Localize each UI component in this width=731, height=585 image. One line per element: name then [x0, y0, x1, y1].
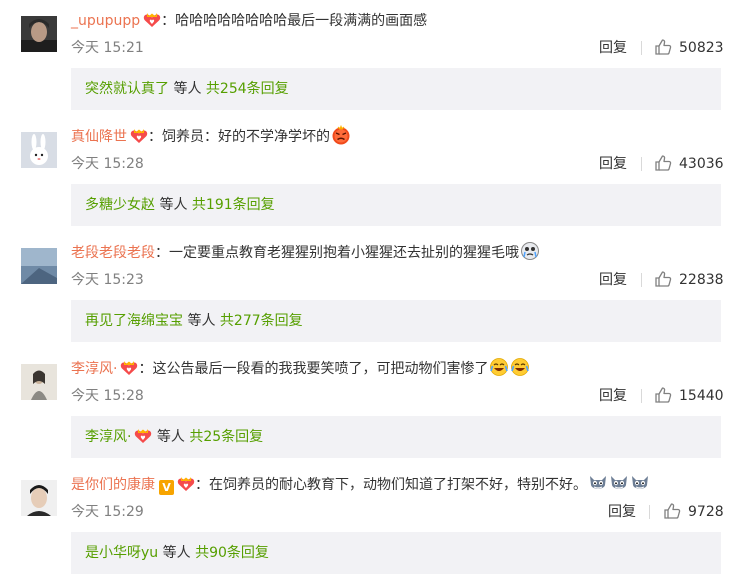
- avatar[interactable]: [21, 248, 57, 284]
- avatar[interactable]: [21, 16, 57, 52]
- like-count: 22838: [679, 272, 724, 288]
- comment-text: 饲养员：好的不学净学坏的: [162, 129, 330, 145]
- like-count: 9728: [688, 504, 724, 520]
- sub-reply-box[interactable]: 突然就认真了 等人 共254条回复: [71, 68, 721, 110]
- laughing-tears-icon: [510, 357, 530, 377]
- tom-cat-icon: [588, 473, 608, 493]
- reply-button[interactable]: 回复: [608, 502, 636, 522]
- comment-line: 老段老段老段：一定要重点教育老猩猩别抱着小猩猩还去扯别的猩猩毛哦: [71, 240, 721, 266]
- tom-cat-icon: [609, 473, 629, 493]
- like-count: 43036: [679, 156, 724, 172]
- sub-reply-count-link[interactable]: 共90条回复: [195, 545, 269, 561]
- comment-time: 今天 15:29: [71, 504, 144, 520]
- sub-reply-box[interactable]: 李淳风· 等人 共25条回复: [71, 416, 721, 458]
- reply-button[interactable]: 回复: [599, 38, 627, 58]
- comment-item: 李淳风· ：这公告最后一段看的我我要笑喷了，可把动物们害惨了 今天 15:28 回…: [0, 348, 731, 464]
- sub-reply-user[interactable]: 再见了海绵宝宝: [85, 313, 183, 329]
- divider: [641, 389, 642, 403]
- comment-time: 今天 15:23: [71, 272, 144, 288]
- thumbs-up-icon[interactable]: [654, 270, 672, 288]
- like-count: 50823: [679, 40, 724, 56]
- colon: ：: [161, 13, 176, 29]
- comment-line: 是你们的康康 V ：在饲养员的耐心教育下，动物们知道了打架不好，特别不好。: [71, 472, 721, 498]
- comment-item: 是你们的康康 V ：在饲养员的耐心教育下，动物们知道了打架不好，特别不好。 今天 1…: [0, 464, 731, 580]
- colon: ：: [138, 361, 153, 377]
- fan-badge-icon: [120, 360, 138, 376]
- sub-reply-box[interactable]: 是小华呀yu 等人 共90条回复: [71, 532, 721, 574]
- sub-reply-mid: 等人: [155, 197, 192, 213]
- comment-time: 今天 15:21: [71, 40, 144, 56]
- like-count: 15440: [679, 388, 724, 404]
- sub-reply-count-link[interactable]: 共191条回复: [192, 197, 275, 213]
- divider: [641, 273, 642, 287]
- sub-reply-count-link[interactable]: 共277条回复: [220, 313, 303, 329]
- comment-text: 在饲养员的耐心教育下，动物们知道了打架不好，特别不好。: [209, 477, 587, 493]
- divider: [649, 505, 650, 519]
- avatar[interactable]: [21, 132, 57, 168]
- comment-item: 真仙降世 ：饲养员：好的不学净学坏的 今天 15:28 回复 43036 多糖少女…: [0, 116, 731, 232]
- sub-reply-mid: 等人: [169, 81, 206, 97]
- thumbs-up-icon[interactable]: [663, 502, 681, 520]
- username-link[interactable]: 是你们的康康: [71, 477, 155, 493]
- comment-line: 真仙降世 ：饲养员：好的不学净学坏的: [71, 124, 721, 150]
- sub-reply-count-link[interactable]: 共25条回复: [189, 429, 263, 445]
- comment-time: 今天 15:28: [71, 156, 144, 172]
- reply-button[interactable]: 回复: [599, 270, 627, 290]
- angry-face-icon: [331, 125, 351, 145]
- comment-item: 老段老段老段：一定要重点教育老猩猩别抱着小猩猩还去扯别的猩猩毛哦 今天 15:2…: [0, 232, 731, 348]
- sub-reply-user[interactable]: 是小华呀yu: [85, 545, 158, 561]
- reply-button[interactable]: 回复: [599, 154, 627, 174]
- username-link[interactable]: 老段老段老段: [71, 245, 155, 261]
- verified-v-icon: V: [159, 480, 174, 495]
- comment-line: _upupupp ：哈哈哈哈哈哈哈哈最后一段满满的画面感: [71, 8, 721, 34]
- comment-list: _upupupp ：哈哈哈哈哈哈哈哈最后一段满满的画面感 今天 15:21 回复 …: [0, 0, 731, 585]
- thumbs-up-icon[interactable]: [654, 38, 672, 56]
- fan-badge-icon: [177, 476, 195, 492]
- sub-reply-user[interactable]: 多糖少女赵: [85, 197, 155, 213]
- crying-face-icon: [520, 241, 540, 261]
- sub-reply-box[interactable]: 多糖少女赵 等人 共191条回复: [71, 184, 721, 226]
- comment-time: 今天 15:28: [71, 388, 144, 404]
- thumbs-up-icon[interactable]: [654, 386, 672, 404]
- sub-reply-count-link[interactable]: 共254条回复: [206, 81, 289, 97]
- colon: ：: [148, 129, 162, 145]
- username-link[interactable]: 李淳风·: [71, 361, 117, 377]
- laughing-tears-icon: [489, 357, 509, 377]
- reply-button[interactable]: 回复: [599, 386, 627, 406]
- comment-line: 李淳风· ：这公告最后一段看的我我要笑喷了，可把动物们害惨了: [71, 356, 721, 382]
- tom-cat-icon: [630, 473, 650, 493]
- divider: [641, 157, 642, 171]
- sub-reply-box[interactable]: 再见了海绵宝宝 等人 共277条回复: [71, 300, 721, 342]
- username-link[interactable]: 真仙降世: [71, 129, 127, 145]
- comment-text: 哈哈哈哈哈哈哈哈最后一段满满的画面感: [175, 13, 428, 29]
- sub-reply-mid: 等人: [158, 545, 196, 561]
- fan-badge-icon: [143, 12, 161, 28]
- username-link[interactable]: _upupupp: [71, 13, 140, 29]
- fan-badge-icon: [134, 428, 152, 444]
- thumbs-up-icon[interactable]: [654, 154, 672, 172]
- comment-item: _upupupp ：哈哈哈哈哈哈哈哈最后一段满满的画面感 今天 15:21 回复 …: [0, 0, 731, 116]
- comment-text: 这公告最后一段看的我我要笑喷了，可把动物们害惨了: [152, 361, 489, 377]
- divider: [641, 41, 642, 55]
- avatar[interactable]: [21, 480, 57, 516]
- sub-reply-mid: 等人: [183, 313, 220, 329]
- fan-badge-icon: [130, 128, 148, 144]
- avatar[interactable]: [21, 364, 57, 400]
- comment-text: 一定要重点教育老猩猩别抱着小猩猩还去扯别的猩猩毛哦: [169, 245, 519, 261]
- sub-reply-mid: 等人: [152, 429, 190, 445]
- colon: ：: [195, 477, 209, 493]
- sub-reply-user[interactable]: 突然就认真了: [85, 81, 169, 97]
- colon: ：: [155, 245, 169, 261]
- sub-reply-user[interactable]: 李淳风·: [85, 429, 131, 445]
